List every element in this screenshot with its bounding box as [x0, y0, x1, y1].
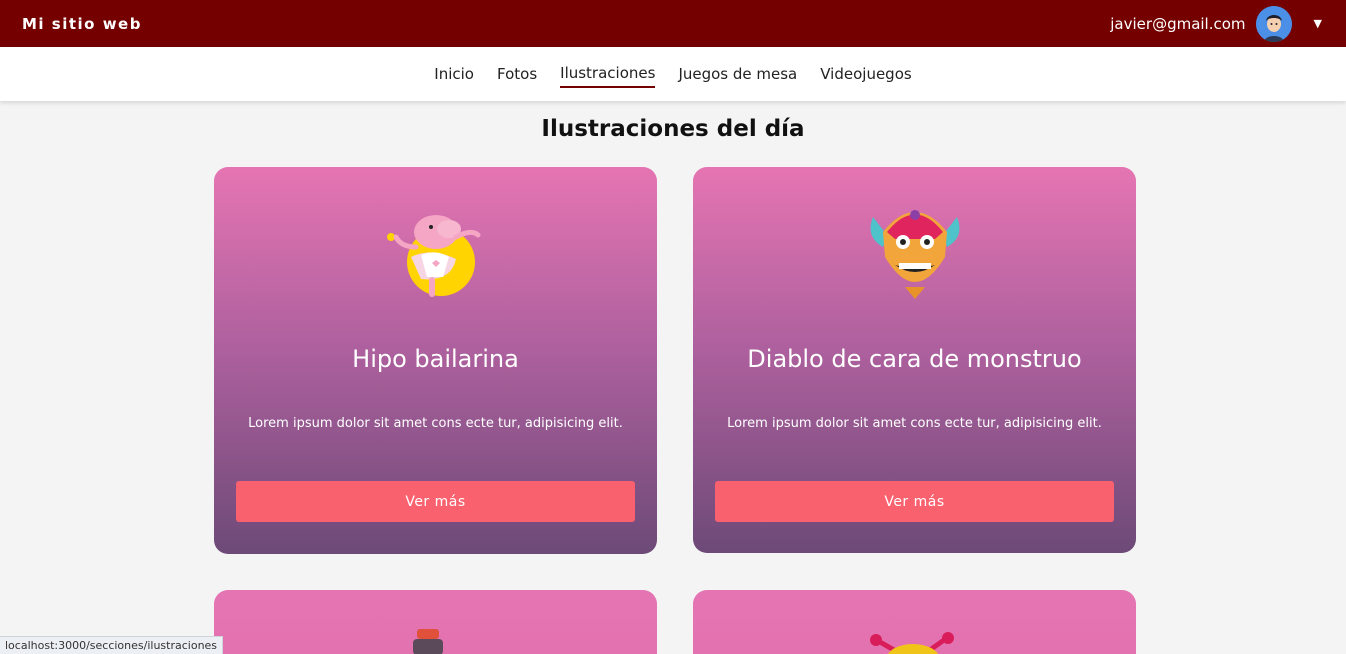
card-title: Diablo de cara de monstruo	[747, 345, 1082, 373]
main-nav: Inicio Fotos Ilustraciones Juegos de mes…	[0, 47, 1346, 101]
card-title: Hipo bailarina	[352, 345, 519, 373]
illustration-partial-icon	[868, 628, 958, 654]
top-header: Mi sitio web javier@gmail.com ▼	[0, 0, 1346, 47]
browser-status-url: localhost:3000/secciones/ilustraciones	[0, 636, 224, 654]
user-avatar-icon[interactable]	[1255, 5, 1292, 42]
card-description: Lorem ipsum dolor sit amet cons ecte tur…	[248, 416, 623, 431]
user-email[interactable]: javier@gmail.com	[1110, 15, 1245, 33]
monster-devil-face-icon	[693, 197, 1136, 307]
illustration-card: Hipo bailarina Lorem ipsum dolor sit ame…	[214, 167, 657, 554]
page-title: Ilustraciones del día	[541, 116, 805, 142]
nav-link-juegos-de-mesa[interactable]: Juegos de mesa	[678, 61, 797, 87]
ver-mas-button[interactable]: Ver más	[715, 481, 1114, 522]
nav-link-fotos[interactable]: Fotos	[497, 61, 537, 87]
illustration-card-partial	[214, 590, 657, 654]
nav-link-videojuegos[interactable]: Videojuegos	[820, 61, 911, 87]
illustration-card-partial	[693, 590, 1136, 654]
nav-link-inicio[interactable]: Inicio	[434, 61, 474, 87]
illustration-partial-icon	[409, 625, 449, 654]
card-description: Lorem ipsum dolor sit amet cons ecte tur…	[727, 416, 1102, 431]
chevron-down-icon[interactable]: ▼	[1314, 17, 1322, 30]
hippo-ballerina-icon	[214, 197, 657, 307]
site-brand[interactable]: Mi sitio web	[22, 15, 142, 33]
nav-link-ilustraciones[interactable]: Ilustraciones	[560, 60, 656, 88]
user-menu[interactable]: javier@gmail.com ▼	[1110, 5, 1322, 42]
illustration-card: Diablo de cara de monstruo Lorem ipsum d…	[693, 167, 1136, 553]
ver-mas-button[interactable]: Ver más	[236, 481, 635, 522]
